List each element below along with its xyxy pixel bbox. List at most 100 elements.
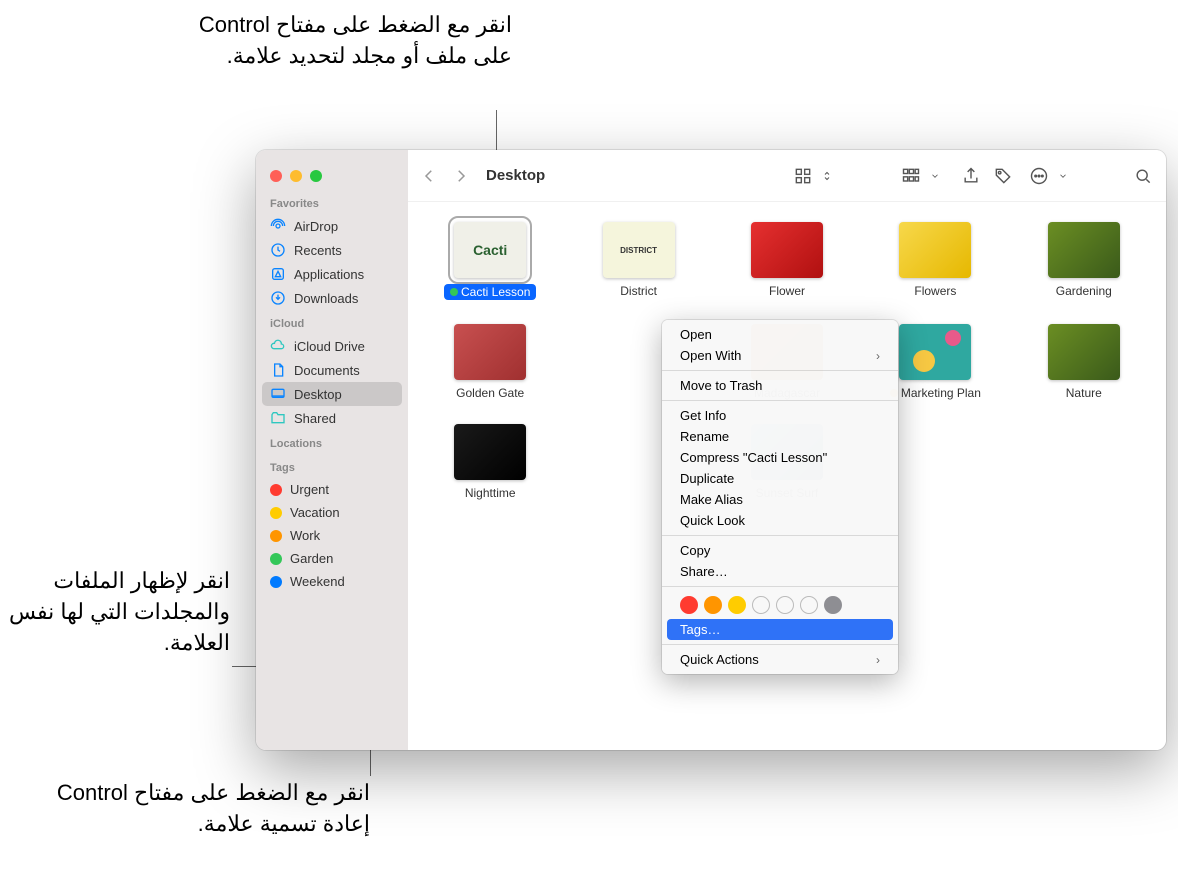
sidebar-item-airdrop[interactable]: AirDrop [256,214,408,238]
window-controls [256,158,408,190]
file-item[interactable]: DISTRICTDistrict [568,222,708,300]
sidebar-tag-work[interactable]: Work [256,524,408,547]
sidebar-label: iCloud Drive [294,339,365,354]
menu-separator [662,370,898,371]
file-label: Golden Gate [456,386,524,400]
sidebar-tag-vacation[interactable]: Vacation [256,501,408,524]
sidebar-item-shared[interactable]: Shared [256,406,408,430]
sidebar-item-desktop[interactable]: Desktop [262,382,402,406]
finder-window: Favorites AirDrop Recents Applications D… [256,150,1166,750]
tag-dot-icon [270,530,282,542]
more-actions-button[interactable] [1024,163,1078,189]
menu-make-alias[interactable]: Make Alias [662,489,898,510]
chevron-updown-icon [816,165,838,187]
view-mode-toggle[interactable] [788,163,842,189]
search-button[interactable] [1132,165,1154,187]
sidebar-item-recents[interactable]: Recents [256,238,408,262]
sidebar-label: Urgent [290,482,329,497]
sidebar-label: Garden [290,551,333,566]
sidebar-label: Weekend [290,574,345,589]
sidebar-tag-garden[interactable]: Garden [256,547,408,570]
tag-button[interactable] [992,165,1014,187]
menu-separator [662,586,898,587]
file-label: District [620,284,657,298]
callout-top: انقر مع الضغط على مفتاح Control على ملف … [172,10,512,72]
tag-color-option[interactable] [800,596,818,614]
sidebar-label: Shared [294,411,336,426]
sidebar-item-downloads[interactable]: Downloads [256,286,408,310]
sidebar-item-applications[interactable]: Applications [256,262,408,286]
sidebar-label: Downloads [294,291,358,306]
tag-color-option[interactable] [680,596,698,614]
file-item[interactable]: Golden Gate [420,324,560,400]
chevron-right-icon: › [876,653,880,667]
tag-dot-icon [270,553,282,565]
sidebar-tag-weekend[interactable]: Weekend [256,570,408,593]
menu-duplicate[interactable]: Duplicate [662,468,898,489]
file-label: Cacti Lesson [444,284,536,300]
menu-move-to-trash[interactable]: Move to Trash [662,375,898,396]
airdrop-icon [270,218,286,234]
group-grid-icon [900,165,922,187]
file-item[interactable]: Nature [1014,324,1154,400]
sidebar-label: Recents [294,243,342,258]
cloud-icon [270,338,286,354]
tag-color-option[interactable] [824,596,842,614]
sidebar-section-tags: Tags [256,454,408,478]
tag-color-option[interactable] [776,596,794,614]
menu-rename[interactable]: Rename [662,426,898,447]
nav-back-button[interactable] [420,167,438,185]
file-item[interactable]: Nighttime [420,424,560,500]
sidebar-label: Vacation [290,505,340,520]
grid-icon [792,165,814,187]
tag-dot-icon [270,507,282,519]
sidebar-label: Applications [294,267,364,282]
menu-share[interactable]: Share… [662,561,898,582]
menu-quick-actions[interactable]: Quick Actions› [662,649,898,670]
menu-copy[interactable]: Copy [662,540,898,561]
file-item[interactable]: Flowers [865,222,1005,300]
group-by-toggle[interactable] [896,163,950,189]
sidebar-section-locations: Locations [256,430,408,454]
file-label: Nighttime [465,486,516,500]
sidebar-tag-urgent[interactable]: Urgent [256,478,408,501]
tag-color-option[interactable] [704,596,722,614]
tag-color-option[interactable] [728,596,746,614]
menu-separator [662,400,898,401]
file-label: Gardening [1056,284,1112,298]
minimize-window-button[interactable] [290,170,302,182]
menu-compress[interactable]: Compress "Cacti Lesson" [662,447,898,468]
menu-open[interactable]: Open [662,324,898,345]
menu-open-with[interactable]: Open With› [662,345,898,366]
chevron-down-icon [1052,165,1074,187]
menu-separator [662,535,898,536]
file-item[interactable]: CactiCacti Lesson [420,222,560,300]
file-thumbnail [751,222,823,278]
sidebar-section-favorites: Favorites [256,190,408,214]
sidebar-label: Desktop [294,387,342,402]
close-window-button[interactable] [270,170,282,182]
tag-dot-icon [450,288,458,296]
context-menu: Open Open With› Move to Trash Get Info R… [662,320,898,674]
ellipsis-circle-icon [1028,165,1050,187]
sidebar-label: Work [290,528,320,543]
menu-quick-look[interactable]: Quick Look [662,510,898,531]
nav-forward-button[interactable] [452,167,470,185]
download-icon [270,290,286,306]
file-thumbnail [899,222,971,278]
menu-tags[interactable]: Tags… [667,619,893,640]
share-button[interactable] [960,165,982,187]
sidebar-section-icloud: iCloud [256,310,408,334]
sidebar-item-icloud-drive[interactable]: iCloud Drive [256,334,408,358]
sidebar-item-documents[interactable]: Documents [256,358,408,382]
file-item[interactable]: Flower [717,222,857,300]
file-thumbnail [454,324,526,380]
menu-get-info[interactable]: Get Info [662,405,898,426]
file-label: Flowers [914,284,956,298]
file-thumbnail [454,424,526,480]
maximize-window-button[interactable] [310,170,322,182]
tag-color-option[interactable] [752,596,770,614]
file-label: Flower [769,284,805,298]
file-item[interactable]: Gardening [1014,222,1154,300]
menu-tag-colors [662,591,898,619]
